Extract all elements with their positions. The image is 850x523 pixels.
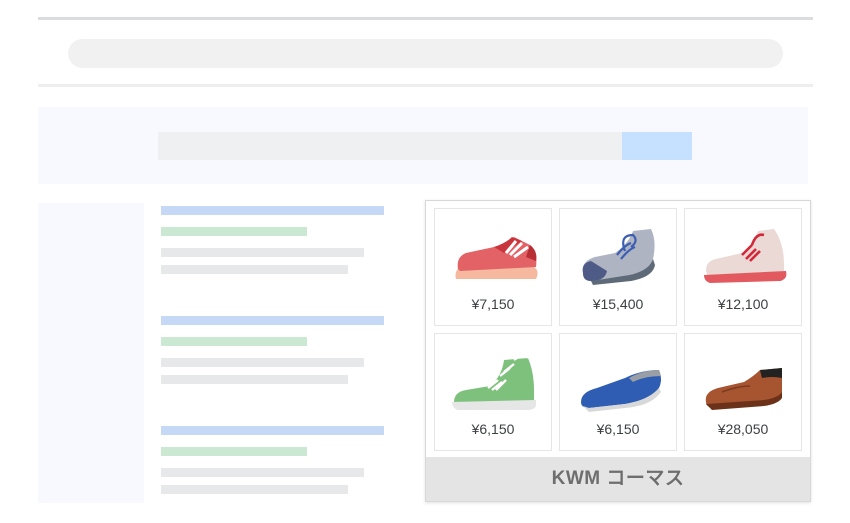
address-bar[interactable]: [68, 39, 783, 68]
result-snippet-line: [161, 485, 348, 494]
product-price: ¥6,150: [596, 421, 640, 437]
result-title[interactable]: [161, 206, 384, 215]
result-url: [161, 447, 307, 456]
product-price: ¥28,050: [717, 421, 769, 437]
product-price: ¥6,150: [471, 421, 515, 437]
product-card-4[interactable]: ¥6,150: [434, 333, 552, 451]
green-high-top-icon: [452, 352, 536, 410]
left-sidebar: [38, 203, 144, 503]
result-snippet-line: [161, 468, 364, 477]
search-input[interactable]: [158, 132, 622, 160]
result-snippet-line: [161, 358, 364, 367]
blue-loafer-icon: [581, 370, 661, 412]
pink-sneaker-icon: [704, 229, 787, 283]
red-sneaker-icon: [455, 237, 538, 279]
product-price: ¥7,150: [471, 296, 515, 312]
merchant-name[interactable]: KWM コーマス: [426, 457, 810, 501]
browser-bottom-divider: [38, 84, 813, 87]
search-button[interactable]: [622, 132, 692, 160]
result-url: [161, 337, 307, 346]
product-price: ¥12,100: [717, 296, 769, 312]
search-result-3: [161, 426, 384, 496]
result-snippet-line: [161, 248, 364, 257]
result-snippet-line: [161, 375, 348, 384]
result-url: [161, 227, 307, 236]
product-card-3[interactable]: ¥12,100: [684, 208, 802, 326]
brown-dress-shoe-icon: [705, 368, 782, 410]
product-card-5[interactable]: ¥6,150: [559, 333, 677, 451]
result-snippet-line: [161, 265, 348, 274]
shopping-ads-panel: ¥7,150 ¥15,400 ¥12,100 ¥6,150 ¥6,150 ¥28…: [425, 200, 811, 502]
product-card-2[interactable]: ¥15,400: [559, 208, 677, 326]
gray-running-shoe-icon: [582, 229, 655, 285]
result-title[interactable]: [161, 426, 384, 435]
result-title[interactable]: [161, 316, 384, 325]
product-card-6[interactable]: ¥28,050: [684, 333, 802, 451]
search-result-2: [161, 316, 384, 386]
browser-top-divider: [38, 17, 813, 20]
search-result-1: [161, 206, 384, 276]
product-price: ¥15,400: [592, 296, 644, 312]
product-card-1[interactable]: ¥7,150: [434, 208, 552, 326]
